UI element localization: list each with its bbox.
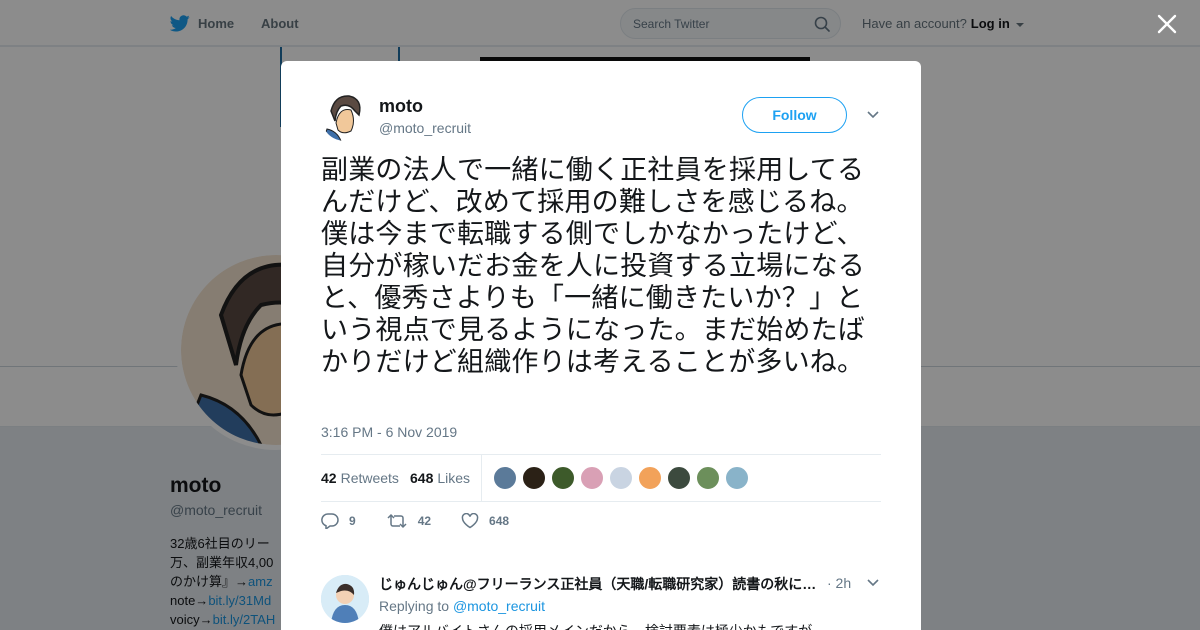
heart-icon [461,513,479,529]
replying-to-label: Replying to [379,598,450,614]
reply-text: 僕はアルバイトさんの採用メインだから、検討要素は極少かもですが [379,621,812,630]
liker-avatar[interactable] [493,466,517,490]
retweet-icon [387,513,407,529]
replying-to: Replying to @moto_recruit [379,598,545,614]
reply-avatar[interactable] [321,575,369,623]
likes-stat[interactable]: 648 Likes [410,470,470,486]
reply-count: 9 [349,514,356,528]
reply-timestamp[interactable]: · 2h [827,575,851,591]
tweet-timestamp[interactable]: 3:16 PM - 6 Nov 2019 [321,424,457,440]
likes-count: 648 [410,470,434,486]
reply-action[interactable]: 9 [321,513,356,529]
tweet-text: 副業の法人で一緒に働く正社員を採用してるんだけど、改めて採用の難しさを感じるね。… [321,155,865,378]
retweets-stat[interactable]: 42 Retweets [321,470,399,486]
mention-link[interactable]: @moto_recruit [453,598,545,614]
follow-button[interactable]: Follow [742,97,847,133]
retweet-action[interactable]: 42 [386,513,431,529]
liker-avatar[interactable] [725,466,749,490]
chevron-down-icon[interactable] [866,110,880,120]
reply-icon [321,513,339,529]
like-action[interactable]: 648 [461,513,509,529]
tweet-modal: moto @moto_recruit Follow 副業の法人で一緒に働く正社員… [281,61,921,630]
author-avatar[interactable] [321,93,369,141]
liker-avatar[interactable] [580,466,604,490]
liker-avatar[interactable] [667,466,691,490]
avatar-illustration [321,93,369,141]
retweets-label: Retweets [340,470,399,486]
retweet-count: 42 [417,514,432,528]
avatar-illustration [321,575,369,623]
close-icon[interactable] [1155,12,1179,36]
liker-avatar[interactable] [696,466,720,490]
retweets-count: 42 [321,470,337,486]
stats-divider [481,455,482,502]
liker-avatar[interactable] [522,466,546,490]
chevron-down-icon[interactable] [866,578,880,588]
reply-author-name[interactable]: じゅんじゅん@フリーランス正社員（天職/転職研究家）読書の秋に… [379,574,824,594]
tweet-stats: 42 Retweets 648 Likes [321,454,881,502]
author-handle[interactable]: @moto_recruit [379,120,471,136]
author-name[interactable]: moto [379,96,423,117]
likes-label: Likes [437,470,471,486]
liker-avatar[interactable] [609,466,633,490]
tweet-actions: 9 42 648 [321,513,539,529]
liker-avatars [493,466,749,490]
liker-avatar[interactable] [638,466,662,490]
like-count: 648 [489,514,510,528]
liker-avatar[interactable] [551,466,575,490]
